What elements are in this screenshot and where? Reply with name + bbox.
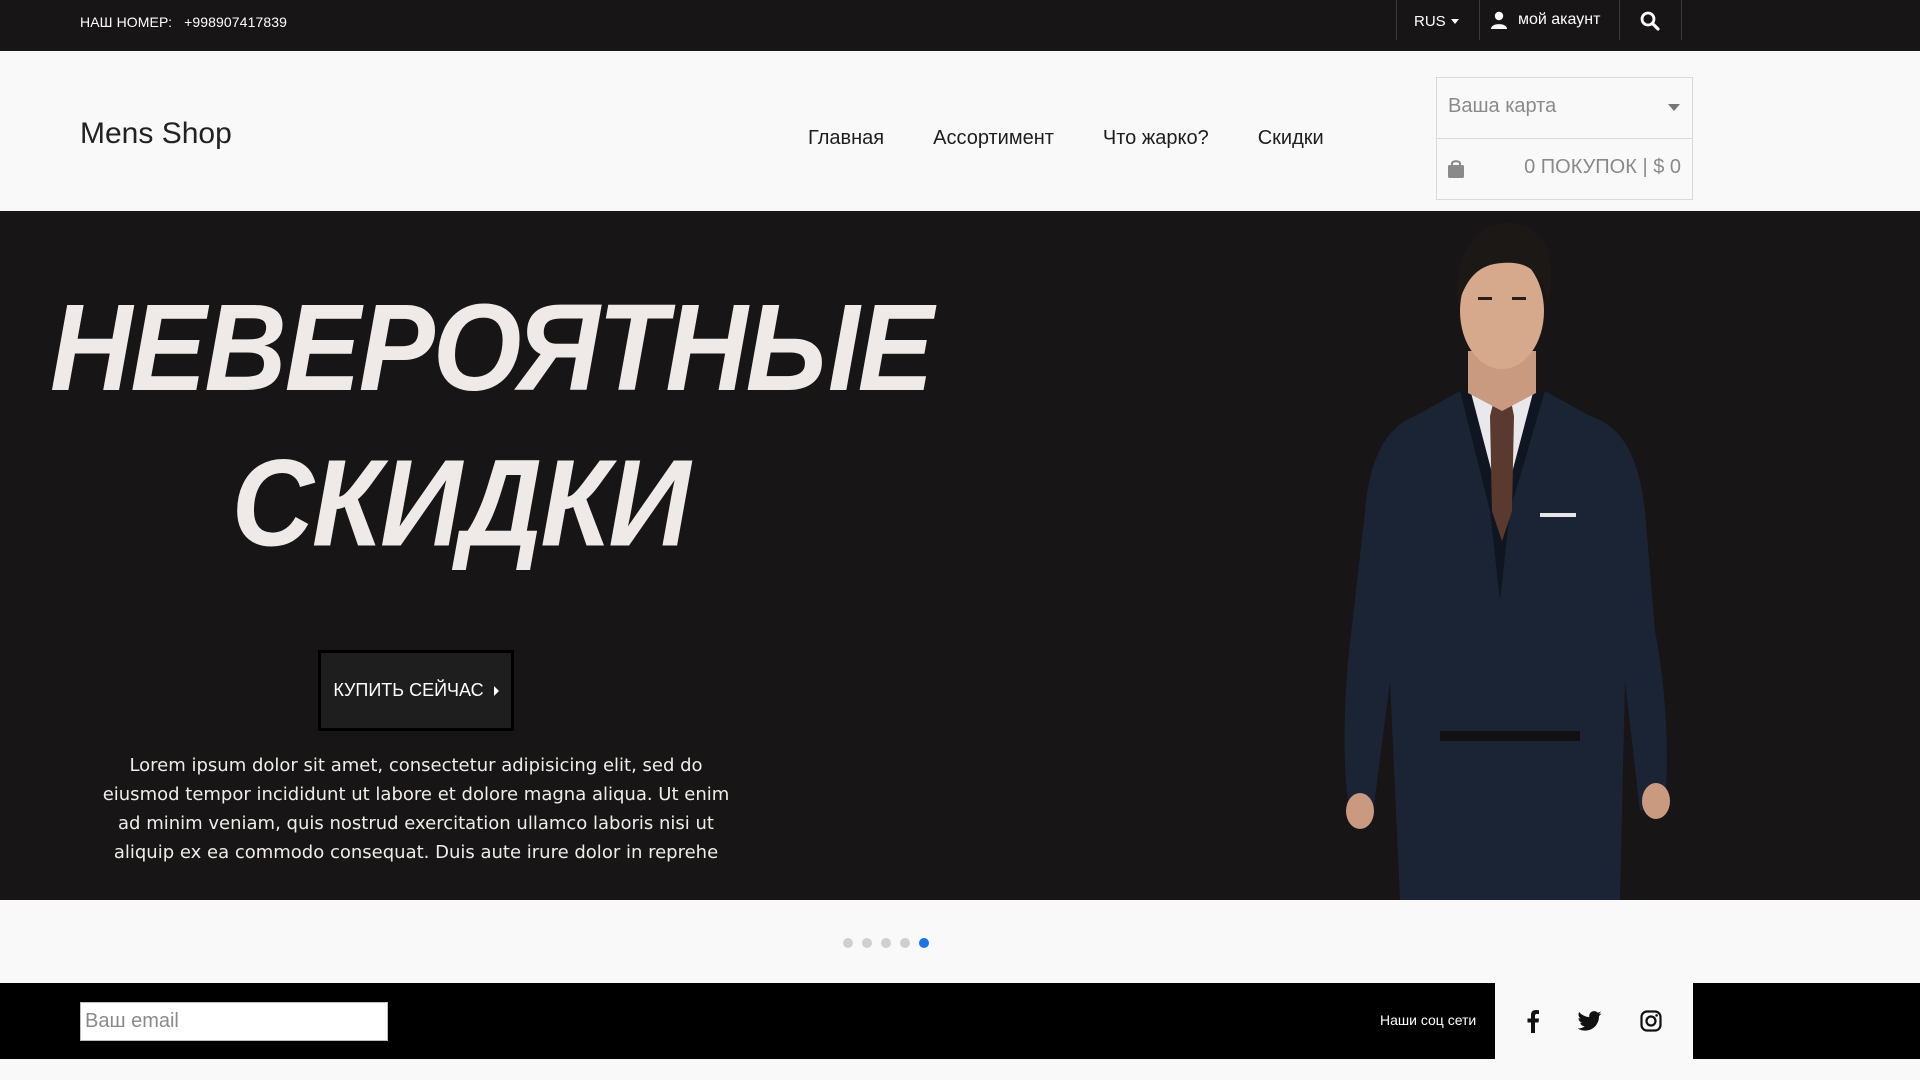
hero-title-line: СКИДКИ [231, 435, 691, 573]
search-button[interactable] [1640, 11, 1660, 31]
nav-item-hot[interactable]: Что жарко? [1103, 127, 1209, 150]
phone-info: НАШ НОМЕР: +998907417839 [80, 14, 287, 30]
main-nav: Главная Ассортимент Что жарко? Скидки [808, 127, 1324, 150]
model-image [1344, 222, 1670, 900]
email-input[interactable] [80, 1002, 388, 1041]
divider [1619, 0, 1620, 40]
account-link[interactable]: мой акаунт [1490, 11, 1600, 29]
footer-bar: Наши соц сети [0, 983, 1920, 1059]
search-icon [1640, 11, 1660, 31]
instagram-icon[interactable] [1640, 1010, 1662, 1032]
carousel-dot[interactable] [843, 938, 853, 948]
divider [1681, 0, 1682, 40]
nav-item-home[interactable]: Главная [808, 127, 884, 150]
divider [1396, 0, 1397, 40]
shopping-bag-icon [1447, 159, 1465, 184]
facebook-icon[interactable] [1526, 1009, 1540, 1033]
account-label: мой акаунт [1518, 11, 1601, 28]
chevron-down-icon [1450, 19, 1459, 24]
phone-number[interactable]: +998907417839 [184, 14, 287, 30]
cart-dropdown[interactable]: Ваша карта [1437, 78, 1692, 139]
site-logo[interactable]: Mens Shop [80, 117, 232, 151]
twitter-icon[interactable] [1578, 1011, 1602, 1031]
user-icon [1490, 11, 1508, 29]
carousel-dot[interactable] [900, 938, 910, 948]
site-header: Mens Shop Главная Ассортимент Что жарко?… [0, 51, 1920, 211]
hero-description: Lorem ipsum dolor sit amet, consectetur … [102, 755, 730, 863]
carousel-dot[interactable] [862, 938, 872, 948]
hero-banner: НЕВЕРОЯТНЫЕ СКИДКИ КУПИТЬ СЕЙЧАС Lorem i… [0, 211, 1920, 900]
cart-summary-text: 0 ПОКУПОК | $ 0 [1524, 156, 1681, 178]
top-bar: НАШ НОМЕР: +998907417839 RUS мой акаунт [0, 0, 1920, 51]
cart-dropdown-label: Ваша карта [1448, 95, 1557, 117]
divider [1479, 0, 1480, 40]
cart-summary[interactable]: 0 ПОКУПОК | $ 0 [1437, 139, 1692, 200]
bottom-strip [0, 1059, 1920, 1080]
carousel-indicators-area [0, 900, 1920, 983]
nav-item-discounts[interactable]: Скидки [1258, 127, 1324, 150]
cart-widget: Ваша карта 0 ПОКУПОК | $ 0 [1436, 77, 1693, 200]
buy-now-label: КУПИТЬ СЕЙЧАС [333, 680, 484, 700]
social-label: Наши соц сети [1380, 1012, 1477, 1028]
nav-item-catalog[interactable]: Ассортимент [933, 127, 1054, 150]
social-links [1495, 983, 1693, 1059]
buy-now-button[interactable]: КУПИТЬ СЕЙЧАС [318, 650, 514, 731]
hero-title-line: НЕВЕРОЯТНЫЕ [50, 279, 934, 417]
chevron-right-icon [493, 685, 499, 696]
carousel-dot[interactable] [881, 938, 891, 948]
hero-title: НЕВЕРОЯТНЫЕ СКИДКИ [50, 271, 934, 582]
language-selector[interactable]: RUS [1414, 13, 1459, 30]
language-label: RUS [1414, 13, 1446, 30]
phone-label: НАШ НОМЕР: [80, 14, 173, 30]
carousel-dot[interactable] [919, 938, 929, 948]
chevron-down-icon [1668, 104, 1680, 111]
carousel-indicators [843, 938, 929, 948]
